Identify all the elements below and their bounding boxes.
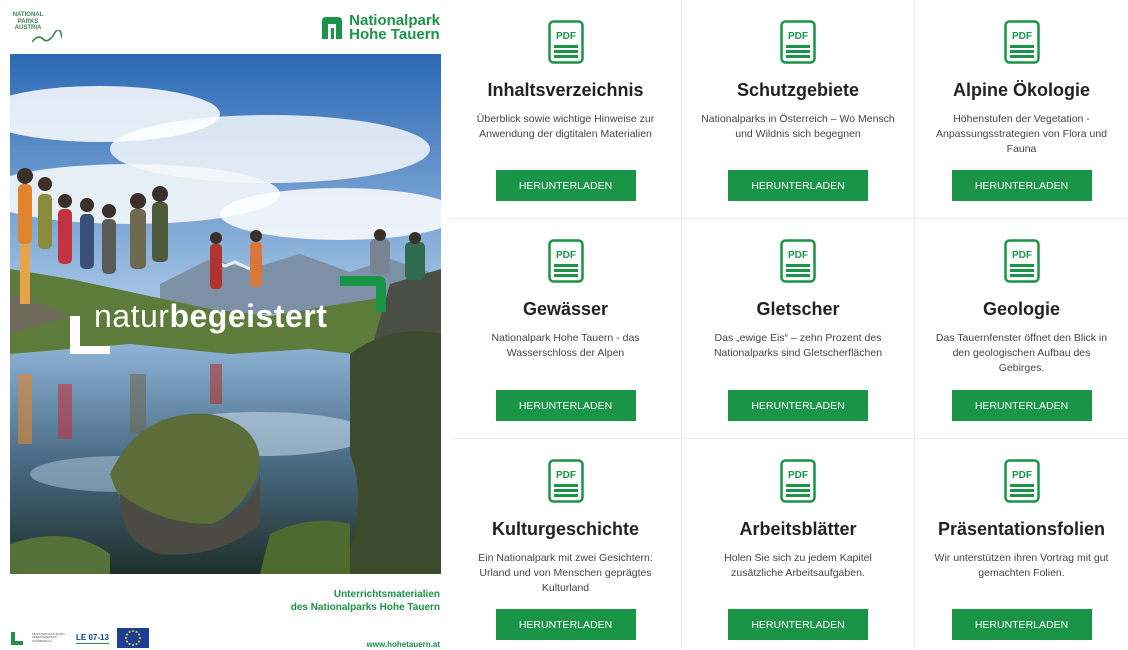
pdf-label: PDF (556, 31, 576, 42)
card-title: Schutzgebiete (736, 80, 860, 100)
card-title: Arbeitsblätter (739, 519, 857, 539)
download-button[interactable]: HERUNTERLADEN (951, 390, 1092, 421)
tagline-light: natur (94, 298, 170, 334)
download-card: PDF Kulturgeschichte Ein Nationalpark mi… (450, 439, 682, 650)
mountain-wave-icon (32, 30, 62, 43)
download-card: PDF Geologie Das Tauernfenster öffnet de… (915, 219, 1128, 439)
pdf-label: PDF (1012, 470, 1032, 481)
card-description: Nationalparks in Österreich – Wo Mensch … (701, 113, 895, 140)
card-description: Das „ewige Eis“ – zehn Prozent des Natio… (713, 332, 883, 359)
card-description: Höhenstufen der Vegetation - Anpassungss… (935, 113, 1108, 155)
npa-logo-text: NATIONAL PARKS AUSTRIA (12, 12, 44, 31)
download-card: PDF Gletscher Das „ewige Eis“ – zehn Pro… (682, 219, 915, 439)
brochure-cover: NATIONAL PARKS AUSTRIA Nationalpark Hohe… (0, 0, 450, 650)
card-title: Gletscher (756, 299, 840, 319)
cover-tagline: naturbegeistert (94, 298, 327, 335)
download-button[interactable]: HERUNTERLADEN (495, 170, 636, 201)
download-card: PDF Präsentationsfolien Wir unterstützen… (915, 439, 1128, 650)
national-parks-austria-logo: NATIONAL PARKS AUSTRIA (10, 12, 70, 46)
card-description: Überblick sowie wichtige Hinweise zur An… (476, 113, 655, 140)
pdf-label: PDF (556, 250, 576, 261)
card-title: Geologie (982, 299, 1060, 319)
pdf-label: PDF (1012, 31, 1032, 42)
card-title: Kulturgeschichte (491, 519, 640, 539)
card-description: Holen Sie sich zu jedem Kapitel zusätzli… (724, 552, 872, 579)
download-button[interactable]: HERUNTERLADEN (495, 390, 636, 421)
pdf-icon[interactable]: PDF (1003, 20, 1040, 64)
download-button[interactable]: HERUNTERLADEN (728, 390, 868, 421)
download-card: PDF Inhaltsverzeichnis Überblick sowie w… (450, 0, 682, 219)
partner-logos: MINISTERIUM FÜR EIN LEBENSWERTES ÖSTERRE… (10, 628, 149, 648)
le-logo: LE 07-13 (76, 632, 109, 644)
download-button[interactable]: HERUNTERLADEN (728, 609, 868, 640)
download-button[interactable]: HERUNTERLADEN (951, 170, 1092, 201)
cover-caption: Unterrichtsmaterialien des Nationalparks… (291, 588, 440, 614)
eu-flag-icon (116, 628, 149, 648)
pdf-label: PDF (788, 250, 808, 261)
pdf-label: PDF (788, 31, 808, 42)
download-button[interactable]: HERUNTERLADEN (728, 170, 868, 201)
pdf-label: PDF (788, 470, 808, 481)
brand-logo-line2: Hohe Tauern (349, 26, 440, 43)
download-card: PDF Schutzgebiete Nationalparks in Öster… (682, 0, 915, 219)
card-description: Das Tauernfenster öffnet den Blick in de… (935, 332, 1108, 374)
download-card: PDF Gewässer Nationalpark Hohe Tauern - … (450, 219, 682, 439)
download-button[interactable]: HERUNTERLADEN (495, 609, 636, 640)
caption-line2: des Nationalparks Hohe Tauern (290, 602, 440, 613)
cover-photo: naturbegeistert (10, 54, 441, 574)
card-title: Gewässer (522, 299, 609, 319)
card-title: Alpine Ökologie (952, 80, 1090, 100)
pdf-icon[interactable]: PDF (780, 20, 816, 64)
pdf-icon[interactable]: PDF (547, 459, 584, 503)
pdf-icon[interactable]: PDF (547, 239, 584, 283)
card-title: Präsentationsfolien (937, 519, 1106, 539)
tagline-bold: begeistert (169, 298, 328, 334)
nationalpark-mark-icon (322, 17, 343, 39)
pdf-icon[interactable]: PDF (1003, 459, 1040, 503)
caption-line1: Unterrichtsmaterialien (333, 589, 440, 600)
ministry-mark-icon (11, 632, 23, 645)
download-card: PDF Arbeitsblätter Holen Sie sich zu jed… (682, 439, 915, 650)
download-button[interactable]: HERUNTERLADEN (951, 609, 1092, 640)
ministry-logo-text: MINISTERIUM FÜR EIN LEBENSWERTES ÖSTERRE… (32, 631, 65, 643)
card-description: Ein Nationalpark mit zwei Gesichtern: Ur… (478, 552, 653, 594)
pdf-icon[interactable]: PDF (780, 239, 816, 283)
pdf-icon[interactable]: PDF (1003, 239, 1040, 283)
website-url[interactable]: www.hohetauern.at (367, 640, 441, 649)
pdf-label: PDF (556, 470, 576, 481)
pdf-icon[interactable]: PDF (780, 459, 816, 503)
pdf-label: PDF (1012, 250, 1032, 261)
card-description: Nationalpark Hohe Tauern - das Wassersch… (491, 332, 640, 359)
card-title: Inhaltsverzeichnis (487, 80, 644, 100)
download-card: PDF Alpine Ökologie Höhenstufen der Vege… (915, 0, 1128, 219)
download-grid: PDF Inhaltsverzeichnis Überblick sowie w… (450, 0, 1128, 650)
card-description: Wir unterstützen ihren Vortrag mit gut g… (934, 552, 1109, 579)
nationalpark-hohe-tauern-logo: Nationalpark Hohe Tauern (320, 13, 440, 43)
pdf-icon[interactable]: PDF (547, 20, 584, 64)
